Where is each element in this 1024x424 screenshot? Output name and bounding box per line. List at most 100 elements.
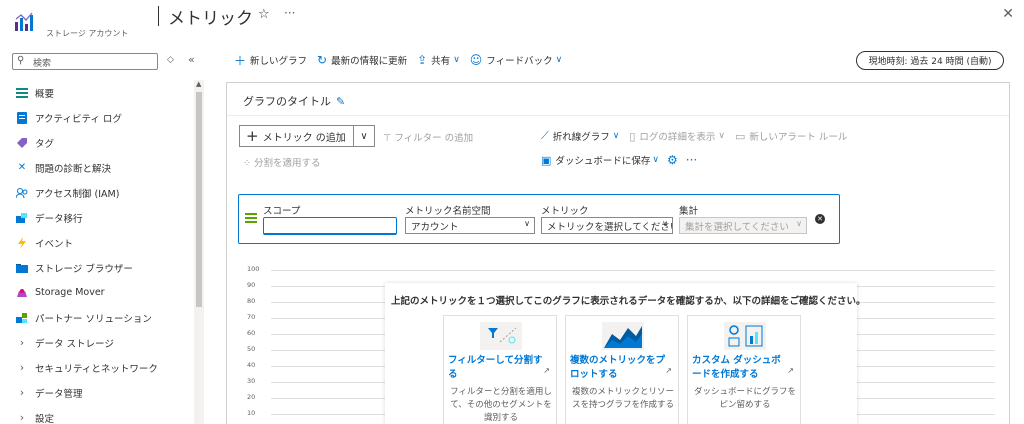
- metric-label: メトリック: [541, 206, 589, 217]
- sidebar-group-data-management[interactable]: › データ管理: [0, 380, 194, 405]
- chevron-down-icon[interactable]: ∨: [652, 155, 659, 165]
- sidebar-item-tags[interactable]: タグ: [0, 130, 194, 155]
- aggregation-value: 集計を選択してください: [685, 222, 789, 233]
- scroll-up-icon[interactable]: ▲: [196, 80, 201, 88]
- scope-input[interactable]: [263, 217, 397, 235]
- sidebar-group-security-networking[interactable]: › セキュリティとネットワーク: [0, 355, 194, 380]
- lightning-icon: [16, 236, 28, 249]
- more-options-icon[interactable]: ···: [686, 153, 697, 167]
- sidebar-search-input[interactable]: ⚲ 検索: [12, 53, 158, 70]
- sidebar-item-diagnose[interactable]: ✕ 問題の診断と解決: [0, 155, 194, 180]
- close-icon[interactable]: ✕: [1002, 6, 1014, 22]
- sidebar-item-label: ストレージ ブラウザー: [35, 263, 133, 275]
- aggregation-label: 集計: [679, 206, 699, 217]
- info-card-dashboard[interactable]: カスタム ダッシュボードを作成する ↗ ダッシュボードにグラフをピン留めする: [687, 315, 801, 424]
- sidebar: ⚲ 検索 ◇ « 概要 アクティビティ ログ タグ ✕ 問題の診断と解決 アクセ…: [0, 48, 210, 424]
- empty-state-heading: 上記のメトリックを１つ選択してこのグラフに表示されるデータを確認するか、以下の詳…: [391, 296, 866, 307]
- sidebar-item-label: データ移行: [35, 213, 83, 225]
- sidebar-item-partner-solutions[interactable]: パートナー ソリューション: [0, 305, 194, 330]
- sidebar-item-iam[interactable]: アクセス制御 (IAM): [0, 180, 194, 205]
- gear-icon[interactable]: ⚙: [667, 153, 678, 167]
- sidebar-scrollbar[interactable]: ▲: [194, 80, 204, 424]
- people-icon: [16, 187, 28, 199]
- dashboard-icon: [724, 322, 766, 350]
- chart-type-button[interactable]: ⟋ 折れ線グラフ ∨: [541, 129, 619, 143]
- share-icon: ⇪: [417, 53, 428, 67]
- search-icon: ⚲: [17, 55, 25, 66]
- new-alert-rule-label: 新しいアラート ルール: [749, 132, 848, 143]
- split-icon: ⁘: [243, 158, 251, 169]
- refresh-button[interactable]: ↻ 最新の情報に更新: [317, 53, 407, 67]
- info-card-filter-split[interactable]: フィルターして分割する ↗ フィルターと分割を適用して、その他のセグメントを識別…: [443, 315, 557, 424]
- feedback-button[interactable]: ☺ フィードバック ∨: [470, 53, 562, 67]
- title-separator: [158, 6, 159, 26]
- card-description: ダッシュボードにグラフをピン留めする: [693, 387, 796, 410]
- info-card-multi-metric[interactable]: 複数のメトリックをプロットする ↗ 複数のメトリックとリソースを持つグラフを作成…: [565, 315, 679, 424]
- save-to-dashboard-button[interactable]: ダッシュボードに保存: [555, 153, 650, 167]
- sidebar-item-label: イベント: [35, 238, 74, 250]
- sidebar-item-data-migration[interactable]: データ移行: [0, 205, 194, 230]
- empty-state-overlay: 上記のメトリックを１つ選択してこのグラフに表示されるデータを確認するか、以下の詳…: [385, 283, 866, 424]
- filter-icon: ⊤: [383, 133, 392, 144]
- sidebar-group-data-storage[interactable]: › データ ストレージ: [0, 330, 194, 355]
- remove-metric-icon[interactable]: ✕: [815, 214, 825, 224]
- scrollbar-thumb[interactable]: [196, 92, 202, 307]
- page-title: メトリック: [168, 9, 253, 29]
- y-tick: 90: [247, 281, 256, 289]
- sidebar-item-label: アクセス制御 (IAM): [35, 188, 120, 200]
- add-metric-label: メトリック の追加: [262, 132, 346, 144]
- add-filter-button[interactable]: ⊤ フィルター の追加: [383, 130, 473, 144]
- add-metric-split-button: + メトリック の追加 ∨: [239, 125, 375, 147]
- new-alert-rule-button[interactable]: ▭ 新しいアラート ルール: [734, 129, 848, 144]
- apply-split-button[interactable]: ⁘ 分割を適用する: [243, 155, 321, 169]
- sidebar-group-label: セキュリティとネットワーク: [35, 363, 158, 375]
- storage-mover-icon: [16, 287, 28, 299]
- sidebar-item-overview[interactable]: 概要: [0, 80, 194, 105]
- sidebar-item-storage-browser[interactable]: ストレージ ブラウザー: [0, 255, 194, 280]
- chevron-down-icon: ∨: [662, 219, 668, 228]
- edit-pencil-icon[interactable]: ✎: [336, 95, 345, 108]
- sidebar-item-label: Storage Mover: [35, 287, 105, 298]
- expand-toggle-icon[interactable]: ◇: [167, 55, 174, 65]
- card-title[interactable]: 複数のメトリックをプロットする: [570, 354, 666, 382]
- add-filter-label: フィルター の追加: [394, 133, 474, 144]
- time-range-picker[interactable]: 現地時刻: 過去 24 時間 (自動): [856, 51, 1004, 70]
- new-chart-label: 新しいグラフ: [250, 56, 308, 67]
- card-title[interactable]: フィルターして分割する: [448, 354, 544, 382]
- new-chart-button[interactable]: ＋ 新しいグラフ: [234, 52, 307, 69]
- namespace-dropdown[interactable]: アカウント ∨: [405, 217, 535, 234]
- favorite-star-icon[interactable]: ☆: [258, 7, 270, 22]
- chevron-right-icon: ›: [19, 386, 25, 399]
- metric-dropdown[interactable]: メトリックを選択してください ∨: [541, 217, 673, 234]
- metric-value: メトリックを選択してください: [547, 222, 673, 233]
- chevron-right-icon: ›: [19, 411, 25, 424]
- collapse-sidebar-icon[interactable]: «: [188, 53, 195, 66]
- chart-title[interactable]: グラフのタイトル ✎: [243, 93, 345, 109]
- save-icon: ▣: [541, 153, 552, 167]
- metric-row-icon: [245, 213, 257, 223]
- add-metric-dropdown[interactable]: ∨: [354, 126, 374, 146]
- folder-icon: [16, 262, 28, 274]
- sidebar-item-activity-log[interactable]: アクティビティ ログ: [0, 105, 194, 130]
- apply-split-label: 分割を適用する: [254, 158, 321, 169]
- alert-icon: ▭: [734, 129, 746, 143]
- search-placeholder: 検索: [33, 59, 52, 69]
- card-title[interactable]: カスタム ダッシュボードを作成する: [692, 354, 788, 382]
- title-bar: ストレージ アカウント メトリック ☆ ··· ✕: [0, 0, 1024, 44]
- partner-icon: [16, 312, 28, 324]
- sidebar-group-label: 設定: [35, 413, 55, 424]
- chevron-right-icon: ›: [19, 336, 25, 349]
- y-tick: 60: [247, 329, 256, 337]
- refresh-icon: ↻: [317, 53, 328, 67]
- add-metric-button[interactable]: + メトリック の追加: [240, 126, 354, 146]
- log-details-button[interactable]: ▯ ログの詳細を表示 ∨: [629, 129, 725, 144]
- aggregation-dropdown[interactable]: 集計を選択してください ∨: [679, 217, 807, 234]
- more-options-icon[interactable]: ···: [284, 6, 295, 20]
- sidebar-item-events[interactable]: イベント: [0, 230, 194, 255]
- chart-panel: グラフのタイトル ✎ + メトリック の追加 ∨ ⊤ フィルター の追加 ⁘ 分割…: [226, 82, 1010, 424]
- resource-type-label: ストレージ アカウント: [46, 29, 129, 38]
- sidebar-item-storage-mover[interactable]: Storage Mover: [0, 280, 194, 305]
- sidebar-group-settings[interactable]: › 設定: [0, 405, 194, 424]
- chevron-right-icon: ›: [19, 361, 25, 374]
- share-button[interactable]: ⇪ 共有 ∨: [417, 53, 460, 67]
